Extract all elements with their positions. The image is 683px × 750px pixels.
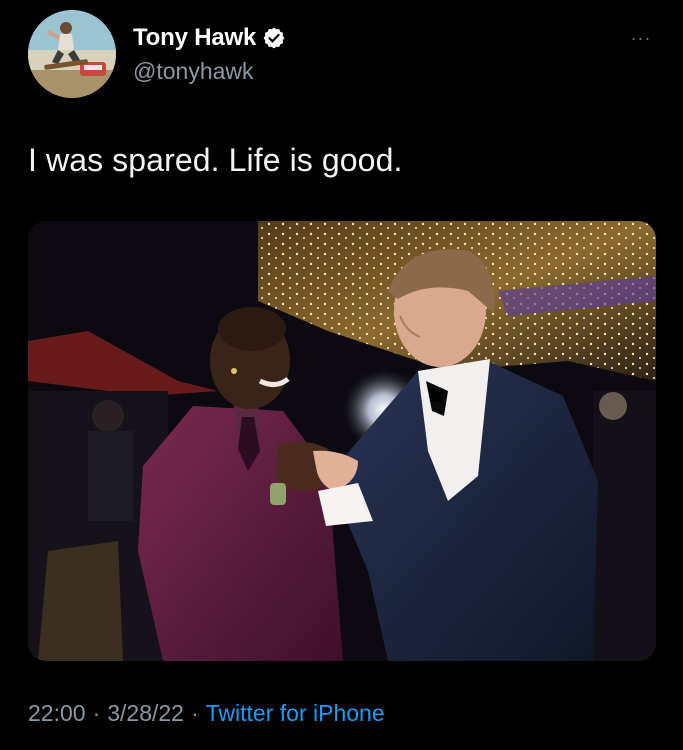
author-name-row[interactable]: Tony Hawk [133, 24, 286, 52]
author-handle[interactable]: @tonyhawk [133, 58, 254, 85]
verified-badge-icon [263, 27, 285, 49]
tweet-source-link[interactable]: Twitter for iPhone [206, 700, 385, 726]
skateboarder-avatar [28, 10, 116, 98]
more-options-icon[interactable]: ··· [627, 28, 655, 48]
tweet-date[interactable]: 3/28/22 [107, 700, 184, 726]
avatar[interactable] [28, 10, 116, 98]
meta-separator-2: · [190, 700, 199, 726]
author-display-name[interactable]: Tony Hawk [133, 24, 256, 52]
photo-two-men-handshake [28, 221, 656, 661]
tweet-meta: 22:00 · 3/28/22 · Twitter for iPhone [28, 700, 385, 727]
tweet-time[interactable]: 22:00 [28, 700, 86, 726]
tweet-photo[interactable] [28, 221, 656, 661]
meta-separator: · [92, 700, 101, 726]
tweet-text: I was spared. Life is good. [28, 142, 403, 178]
